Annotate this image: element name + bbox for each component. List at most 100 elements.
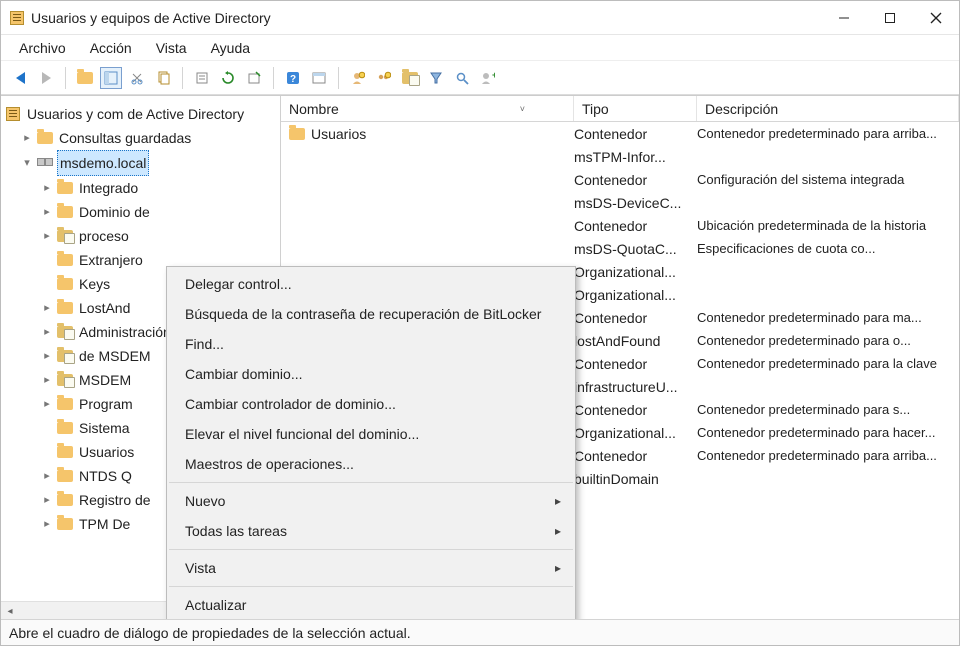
expand-icon[interactable]: ▸ — [41, 297, 53, 319]
folder-icon — [57, 396, 73, 412]
row-type: Contenedor — [574, 218, 697, 234]
row-desc: Contenedor predeterminado para arriba... — [697, 448, 959, 463]
menu-help[interactable]: Ayuda — [201, 38, 260, 58]
folder-icon — [57, 444, 73, 460]
add-member-button[interactable]: + — [477, 67, 499, 89]
expand-icon[interactable]: ▸ — [41, 345, 53, 367]
context-item[interactable]: Todas las tareas▸ — [167, 516, 575, 546]
tree-item[interactable]: ▸Integrado — [1, 176, 280, 200]
context-item-label: Cambiar controlador de dominio... — [185, 396, 396, 412]
close-button[interactable] — [913, 3, 959, 33]
folder-ou-icon — [57, 228, 73, 244]
list-headers: Nombre ˅ Tipo Descripción — [281, 96, 959, 122]
list-row[interactable]: msDS-DeviceC... — [281, 191, 959, 214]
expand-icon[interactable]: ▸ — [21, 127, 33, 149]
find-button[interactable] — [308, 67, 330, 89]
context-menu: Delegar control...Búsqueda de la contras… — [166, 266, 576, 619]
expand-icon[interactable]: ▸ — [41, 513, 53, 535]
maximize-button[interactable] — [867, 3, 913, 33]
expand-icon[interactable]: ▸ — [41, 321, 53, 343]
menubar: Archivo Acción Vista Ayuda — [1, 35, 959, 61]
up-button[interactable] — [74, 67, 96, 89]
titlebar: Usuarios y equipos de Active Directory — [1, 1, 959, 35]
list-row[interactable]: ContenedorConfiguración del sistema inte… — [281, 168, 959, 191]
tree-item-label: MSDEM — [77, 368, 133, 392]
new-group-button[interactable] — [373, 67, 395, 89]
list-row[interactable]: msDS-QuotaC...Especificaciones de cuota … — [281, 237, 959, 260]
col-name-label: Nombre — [289, 101, 339, 117]
folder-ou-icon — [57, 372, 73, 388]
row-type: Contenedor — [574, 402, 697, 418]
expand-icon[interactable]: ▸ — [41, 465, 53, 487]
list-row[interactable]: ContenedorUbicación predeterminada de la… — [281, 214, 959, 237]
help-button[interactable]: ? — [282, 67, 304, 89]
refresh-button[interactable] — [217, 67, 239, 89]
expand-icon[interactable]: ▸ — [41, 369, 53, 391]
expand-icon[interactable]: ▸ — [41, 489, 53, 511]
context-item[interactable]: Cambiar dominio... — [167, 359, 575, 389]
new-user-button[interactable] — [347, 67, 369, 89]
row-desc: Configuración del sistema integrada — [697, 172, 959, 187]
expand-icon[interactable]: ▸ — [41, 393, 53, 415]
tree-item-label: proceso — [77, 224, 131, 248]
scroll-left-icon[interactable]: ◂ — [1, 602, 19, 619]
copy-button[interactable] — [152, 67, 174, 89]
filter-button[interactable] — [425, 67, 447, 89]
tree-domain[interactable]: ▾ msdemo.local — [1, 150, 280, 176]
context-item[interactable]: Maestros de operaciones... — [167, 449, 575, 479]
folder-icon — [57, 252, 73, 268]
new-ou-button[interactable] — [399, 67, 421, 89]
folder-ou-icon — [57, 348, 73, 364]
tree-item[interactable]: ▸Dominio de — [1, 200, 280, 224]
context-item[interactable]: Delegar control... — [167, 269, 575, 299]
expand-icon[interactable]: ▸ — [41, 225, 53, 247]
context-item[interactable]: Elevar el nivel funcional del dominio... — [167, 419, 575, 449]
tree-item-label: Extranjero — [77, 248, 145, 272]
folder-icon — [289, 126, 305, 142]
list-row[interactable]: msTPM-Infor... — [281, 145, 959, 168]
cut-button[interactable] — [126, 67, 148, 89]
row-type: Contenedor — [574, 356, 697, 372]
list-row[interactable]: UsuariosContenedorContenedor predetermin… — [281, 122, 959, 145]
forward-button[interactable] — [35, 67, 57, 89]
tree-saved-queries[interactable]: ▸ Consultas guardadas — [1, 126, 280, 150]
context-item[interactable]: Find... — [167, 329, 575, 359]
row-name: Usuarios — [311, 126, 366, 142]
context-item[interactable]: Nuevo▸ — [167, 486, 575, 516]
menu-file[interactable]: Archivo — [9, 38, 76, 58]
col-name[interactable]: Nombre ˅ — [281, 96, 574, 121]
expand-icon[interactable]: ▸ — [41, 177, 53, 199]
folder-icon — [57, 492, 73, 508]
context-item[interactable]: Cambiar controlador de dominio... — [167, 389, 575, 419]
sort-indicator-icon: ˅ — [520, 104, 525, 114]
folder-icon — [57, 420, 73, 436]
context-item[interactable]: Búsqueda de la contraseña de recuperació… — [167, 299, 575, 329]
collapse-icon[interactable]: ▾ — [21, 152, 33, 174]
col-type[interactable]: Tipo — [574, 96, 697, 121]
folder-icon — [57, 300, 73, 316]
row-desc: Contenedor predeterminado para ma... — [697, 310, 959, 325]
context-item[interactable]: Actualizar — [167, 590, 575, 619]
show-tree-button[interactable] — [100, 67, 122, 89]
row-desc: Especificaciones de cuota co... — [697, 241, 959, 256]
context-item-label: Find... — [185, 336, 224, 352]
menu-action[interactable]: Acción — [80, 38, 142, 58]
expand-icon[interactable]: ▸ — [41, 201, 53, 223]
minimize-button[interactable] — [821, 3, 867, 33]
domain-icon — [37, 155, 53, 171]
tree-item[interactable]: ▸ proceso — [1, 224, 280, 248]
tree-item-label: TPM De — [77, 512, 132, 536]
context-item[interactable]: Vista▸ — [167, 553, 575, 583]
row-type: Organizational... — [574, 425, 697, 441]
tree-domain-label: msdemo.local — [57, 150, 149, 176]
export-button[interactable] — [243, 67, 265, 89]
folder-ou-icon — [57, 324, 73, 340]
tree-item-label: Consultas guardadas — [57, 126, 193, 150]
menu-view[interactable]: Vista — [146, 38, 197, 58]
search-button[interactable] — [451, 67, 473, 89]
tree-item-label: de MSDEM — [77, 344, 153, 368]
back-button[interactable] — [9, 67, 31, 89]
properties-button[interactable] — [191, 67, 213, 89]
col-desc[interactable]: Descripción — [697, 96, 959, 121]
tree-root[interactable]: Usuarios y com de Active Directory — [1, 102, 280, 126]
